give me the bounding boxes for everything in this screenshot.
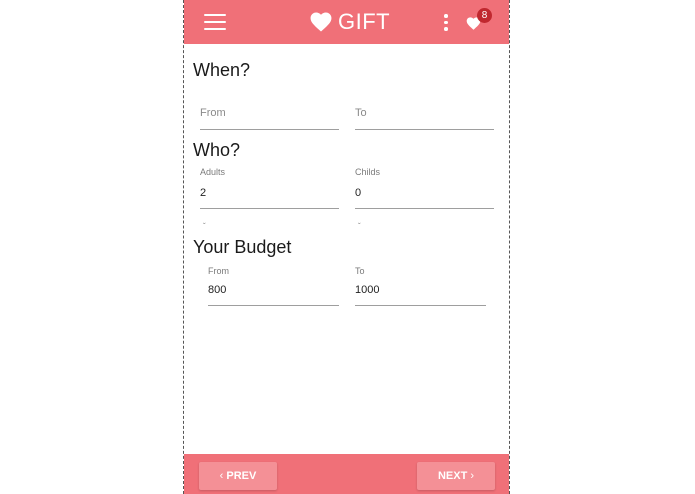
favorites-count-badge: 8: [477, 8, 492, 23]
heart-icon: [310, 12, 332, 32]
childs-value: 0: [355, 187, 362, 199]
when-to-field[interactable]: To: [355, 100, 494, 130]
budget-from-field[interactable]: 800: [208, 278, 339, 306]
childs-label: Childs: [355, 167, 381, 177]
when-to-placeholder: To: [355, 107, 367, 119]
who-section-title: Who?: [193, 140, 241, 160]
hamburger-menu-icon[interactable]: [204, 14, 226, 30]
budget-to-label: To: [355, 266, 365, 276]
next-button-label: NEXT: [437, 470, 468, 482]
app-brand: GIFT: [310, 8, 390, 36]
budget-section-title: Your Budget: [193, 237, 292, 257]
when-from-placeholder: From: [200, 107, 226, 119]
adults-dropdown-caret[interactable]: ˇ: [203, 222, 206, 231]
when-section-title: When?: [193, 60, 251, 80]
adults-label: Adults: [200, 167, 226, 177]
prev-button[interactable]: ‹ PREV: [199, 462, 277, 490]
adults-field[interactable]: 2: [200, 180, 339, 209]
childs-dropdown-caret[interactable]: ˇ: [358, 222, 361, 231]
budget-from-label: From: [208, 266, 229, 276]
more-vertical-icon[interactable]: [442, 13, 450, 31]
bottom-nav-bar: ‹ PREV NEXT ›: [184, 454, 509, 494]
favorites-button[interactable]: 8: [466, 8, 494, 34]
chevron-right-icon: ›: [470, 470, 475, 482]
budget-to-value: 1000: [355, 284, 380, 296]
prev-button-label: PREV: [226, 470, 257, 482]
budget-from-value: 800: [208, 284, 227, 296]
app-bar: GIFT 8: [184, 0, 509, 44]
app-title: GIFT: [338, 9, 391, 34]
when-from-field[interactable]: From: [200, 100, 339, 130]
childs-field[interactable]: 0: [355, 180, 494, 209]
phone-screen: GIFT 8 When? From To Who? Adults 2 ˇ Chi…: [183, 0, 510, 494]
chevron-left-icon: ‹: [219, 470, 224, 482]
adults-value: 2: [200, 187, 207, 199]
budget-to-field[interactable]: 1000: [355, 278, 486, 306]
next-button[interactable]: NEXT ›: [417, 462, 495, 490]
